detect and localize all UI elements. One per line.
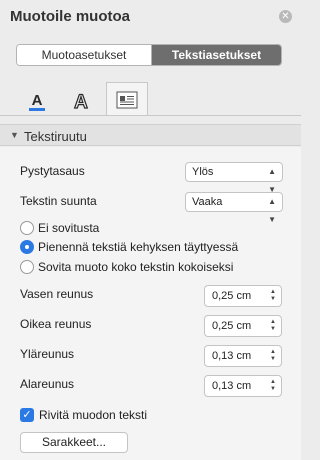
textbox-section-header[interactable]: ▼ Tekstiruutu [0,124,301,146]
right-margin-field[interactable]: 0,25 cm ▲ ▼ [204,315,282,337]
close-icon[interactable]: ✕ [279,10,292,23]
svg-text:A: A [74,92,88,112]
format-shape-pane: Muotoile muotoa ✕ Muotoasetukset Tekstia… [0,0,301,460]
top-margin-label: Yläreunus [20,347,75,361]
text-outline-tab[interactable]: A [60,86,102,116]
autofit-option-none[interactable]: Ei sovitusta [20,221,99,235]
left-margin-value: 0,25 cm [212,290,252,302]
left-margin-label: Vasen reunus [20,287,94,301]
bottom-margin-label: Alareunus [20,377,75,391]
text-fill-icon: A [29,92,45,111]
stepper-icon[interactable]: ▲ ▼ [268,378,278,394]
disclosure-triangle-icon[interactable]: ▼ [10,130,19,140]
text-direction-value: Vaaka [192,196,223,208]
stepper-icon[interactable]: ▲ ▼ [268,348,278,364]
chevron-updown-icon: ▲ ▼ [268,197,276,224]
shape-options-tab[interactable]: Muotoasetukset [17,45,152,65]
radio-label: Ei sovitusta [38,221,100,235]
right-margin-value: 0,25 cm [212,320,252,332]
settings-segmented-control: Muotoasetukset Tekstiasetukset [16,44,282,66]
pane-title: Muotoile muotoa [10,8,130,25]
checkbox-checked[interactable]: ✓ [20,408,34,422]
vertical-align-value: Ylös [192,166,214,178]
top-margin-field[interactable]: 0,13 cm ▲ ▼ [204,345,282,367]
text-box-layout-icon [116,91,138,108]
text-outline-icon: A [74,91,89,112]
vertical-align-label: Pystytasaus [20,164,85,178]
text-direction-label: Tekstin suunta [20,194,97,208]
text-box-tab[interactable] [106,82,148,116]
text-options-tab[interactable]: Tekstiasetukset [152,45,281,65]
vertical-align-select[interactable]: Ylös ▲ ▼ [185,162,283,194]
autofit-option-resize[interactable]: Sovita muoto koko tekstin kokoiseksi [20,260,233,274]
svg-text:A: A [32,92,43,109]
bottom-margin-field[interactable]: 0,13 cm ▲ ▼ [204,375,282,397]
radio-label: Pienennä tekstiä kehyksen täyttyessä [38,240,239,254]
textbox-section-body: Pystytasaus Ylös ▲ ▼ Tekstin suunta Vaaka… [0,147,301,460]
radio-button[interactable] [20,260,34,274]
text-direction-select[interactable]: Vaaka ▲ ▼ [185,192,283,224]
radio-button[interactable] [20,221,34,235]
wrap-text-label: Rivitä muodon teksti [39,408,148,422]
tabs-divider [0,115,301,116]
text-options-icon-tabs: A A [0,80,301,116]
autofit-option-shrink[interactable]: Pienennä tekstiä kehyksen täyttyessä [20,240,238,254]
top-margin-value: 0,13 cm [212,350,252,362]
right-margin-label: Oikea reunus [20,317,92,331]
section-label: Tekstiruutu [24,129,87,144]
left-margin-field[interactable]: 0,25 cm ▲ ▼ [204,285,282,307]
stepper-icon[interactable]: ▲ ▼ [268,288,278,304]
radio-button-selected[interactable] [20,240,34,254]
wrap-text-option[interactable]: ✓ Rivitä muodon teksti [20,408,147,422]
radio-label: Sovita muoto koko tekstin kokoiseksi [38,260,234,274]
text-fill-tab[interactable]: A [16,86,58,116]
columns-button[interactable]: Sarakkeet... [20,432,128,453]
stepper-icon[interactable]: ▲ ▼ [268,318,278,334]
bottom-margin-value: 0,13 cm [212,380,252,392]
